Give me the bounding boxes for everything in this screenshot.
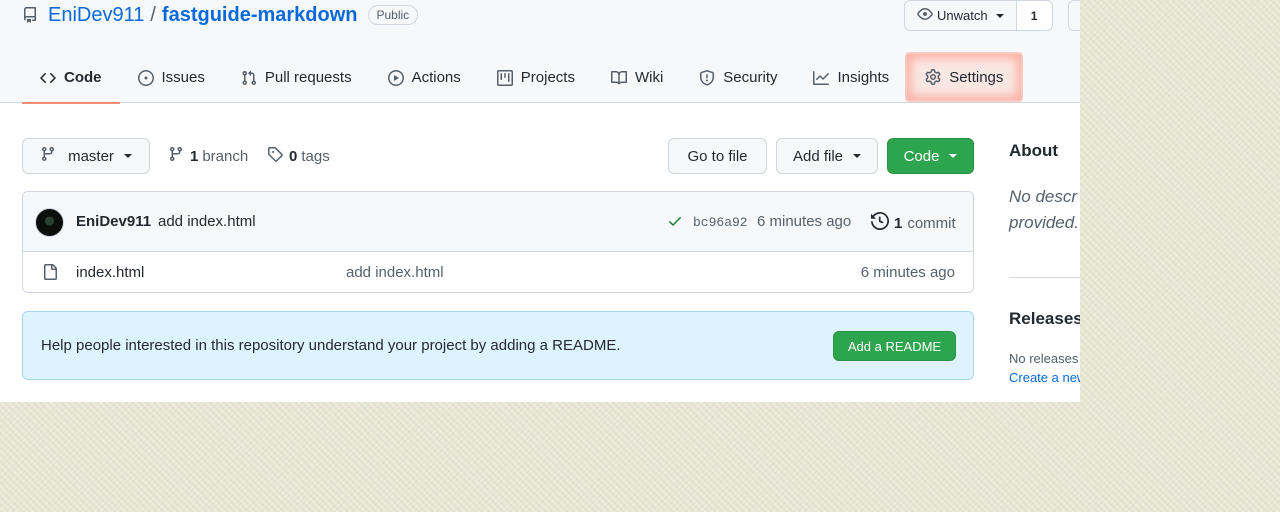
- tag-count: 0: [289, 147, 298, 165]
- repo-header: EniDev911 / fastguide-markdown Public Un…: [0, 0, 1080, 104]
- fork-button[interactable]: [1068, 0, 1080, 31]
- watch-group: Unwatch 1: [904, 0, 1053, 31]
- tab-wiki[interactable]: Wiki: [593, 52, 681, 103]
- branch-name: master: [68, 147, 114, 165]
- check-icon: [667, 213, 683, 233]
- tab-settings[interactable]: Settings: [907, 54, 1022, 100]
- divider: [1009, 277, 1080, 278]
- repo-tabs: Code Issues Pull requests Actions Projec…: [22, 52, 1022, 104]
- commit-message-link[interactable]: add index.html: [158, 213, 256, 230]
- tab-code-label: Code: [64, 69, 102, 86]
- tag-word: tags: [301, 147, 330, 165]
- latest-commit-row: EniDev911 add index.html bc96a92 6 minut…: [23, 192, 973, 252]
- branch-word: branch: [202, 147, 249, 165]
- create-release-link[interactable]: Create a new: [1009, 370, 1080, 385]
- repo-icon: [22, 6, 40, 24]
- project-icon: [496, 69, 513, 86]
- code-button-label: Code: [903, 147, 940, 165]
- about-heading: About: [1009, 141, 1059, 160]
- tab-insights[interactable]: Insights: [795, 52, 907, 103]
- tab-issues[interactable]: Issues: [120, 52, 223, 103]
- about-description-line: provided.: [1009, 213, 1079, 232]
- commit-sha-link[interactable]: bc96a92: [693, 215, 748, 230]
- chevron-down-icon: [949, 154, 958, 158]
- pull-request-icon: [241, 70, 257, 86]
- list-item: index.html add index.html 6 minutes ago: [23, 252, 973, 292]
- add-file-label: Add file: [792, 147, 844, 165]
- no-releases-text: No releases: [1009, 351, 1079, 366]
- git-branch-icon: [40, 146, 56, 166]
- code-icon: [40, 70, 56, 86]
- tab-settings-label: Settings: [949, 68, 1004, 86]
- file-name-link[interactable]: index.html: [76, 264, 144, 281]
- unwatch-button[interactable]: Unwatch: [904, 0, 1017, 31]
- tab-security-label: Security: [723, 69, 778, 86]
- readme-notice: Help people interested in this repositor…: [22, 311, 974, 380]
- code-button[interactable]: Code: [887, 138, 974, 174]
- commit-count: 1: [894, 214, 903, 232]
- repo-path-separator: /: [150, 3, 156, 26]
- chevron-down-icon: [995, 13, 1004, 18]
- branch-select-button[interactable]: master: [22, 138, 150, 174]
- tab-security[interactable]: Security: [681, 52, 795, 103]
- eye-icon: [917, 6, 933, 25]
- chevron-down-icon: [123, 154, 132, 158]
- branches-link[interactable]: 1 branch: [168, 146, 248, 166]
- repo-owner-link[interactable]: EniDev911: [48, 4, 144, 27]
- shield-icon: [699, 69, 715, 86]
- commit-time: 6 minutes ago: [757, 213, 852, 230]
- repo-title: EniDev911 / fastguide-markdown Public: [22, 2, 419, 28]
- tab-actions[interactable]: Actions: [370, 52, 479, 103]
- graph-icon: [813, 70, 830, 86]
- commit-word: commit: [907, 214, 956, 232]
- repo-name-link[interactable]: fastguide-markdown: [162, 4, 358, 27]
- git-branch-icon: [168, 146, 184, 166]
- book-icon: [610, 70, 627, 86]
- commit-history-link[interactable]: 1 commit: [871, 211, 956, 234]
- about-description-line: No descr: [1009, 187, 1078, 206]
- watchers-count[interactable]: 1: [1016, 0, 1053, 31]
- gear-icon: [925, 69, 941, 85]
- releases-heading[interactable]: Releases: [1009, 309, 1080, 329]
- readme-notice-text: Help people interested in this repositor…: [41, 337, 621, 354]
- visibility-badge: Public: [367, 5, 419, 25]
- tab-insights-label: Insights: [837, 69, 890, 86]
- repo-page: EniDev911 / fastguide-markdown Public Un…: [0, 0, 1080, 402]
- tab-projects-label: Projects: [520, 69, 575, 86]
- file-time: 6 minutes ago: [860, 264, 955, 281]
- avatar[interactable]: [35, 208, 64, 237]
- tag-icon: [267, 146, 283, 166]
- commit-author-link[interactable]: EniDev911: [76, 213, 151, 230]
- unwatch-label: Unwatch: [937, 8, 988, 23]
- file-commit-message-link[interactable]: add index.html: [346, 264, 444, 281]
- play-icon: [387, 69, 404, 86]
- tab-pull-requests-label: Pull requests: [264, 69, 352, 86]
- about-description: No descr provided.: [1009, 184, 1080, 236]
- tab-projects[interactable]: Projects: [479, 52, 593, 103]
- tab-issues-label: Issues: [161, 69, 205, 86]
- go-to-file-button[interactable]: Go to file: [668, 138, 767, 174]
- branch-count: 1: [190, 147, 199, 165]
- tab-wiki-label: Wiki: [634, 69, 664, 86]
- tab-actions-label: Actions: [411, 69, 461, 86]
- chevron-down-icon: [853, 154, 862, 158]
- add-readme-button[interactable]: Add a README: [833, 331, 956, 361]
- tab-pull-requests[interactable]: Pull requests: [223, 52, 370, 103]
- tags-link[interactable]: 0 tags: [267, 146, 330, 166]
- add-file-button[interactable]: Add file: [776, 138, 878, 174]
- history-icon: [871, 211, 890, 234]
- file-icon: [42, 264, 58, 284]
- issue-icon: [137, 69, 154, 86]
- tab-code[interactable]: Code: [22, 52, 120, 104]
- file-list: EniDev911 add index.html bc96a92 6 minut…: [22, 191, 974, 293]
